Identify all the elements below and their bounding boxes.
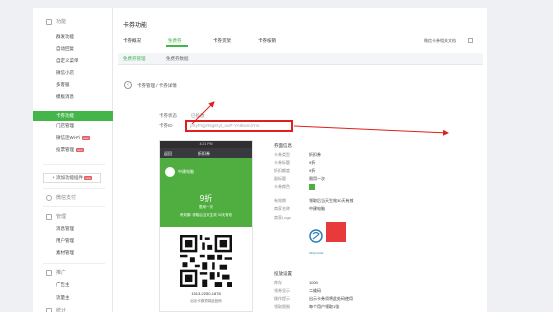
delivery-label: 操作提示 — [274, 296, 290, 301]
info-value: 9折 — [309, 168, 316, 173]
logo-red-block — [326, 222, 346, 242]
sidebar-item-publisher[interactable]: 流量主 — [56, 295, 70, 301]
coupon-discount: 9折 — [199, 194, 213, 203]
card-color-swatch — [309, 184, 315, 190]
info-value: 9折 — [309, 160, 316, 165]
divider — [43, 206, 105, 207]
delivery-value: 出示卡券须将此处码使用 — [309, 296, 353, 301]
sidebar-item-stores[interactable]: 门店管理 — [56, 123, 74, 129]
phone-back: 返回 — [164, 151, 172, 156]
main-content: 卡券功能 卡券概况 免费券 卡券货架 卡券核销 微信卡券相关文档 免费券管理 免… — [118, 8, 483, 312]
sidebar-item-vote[interactable]: 投票管理 new — [56, 147, 84, 153]
info-label: 商家Logo — [274, 215, 291, 220]
info-label: 卡券标题 — [274, 160, 290, 165]
chart-icon — [46, 307, 52, 312]
info-label: 商家名称 — [274, 206, 290, 211]
sidebar-item-users[interactable]: 用户管理 — [56, 238, 74, 244]
sidebar-section-manage: 管理 — [46, 213, 66, 220]
info-label: 有效期 — [274, 198, 286, 203]
add-plugin-button[interactable]: + 添加功能插件 new — [43, 173, 101, 183]
sidebar-item-wifi[interactable]: 微信连Wi-Fi new — [56, 135, 90, 141]
coupon-preview: 4:21 PM 返回 折扣券 中建电脑 9折 限用一次 有效期: 领取后当天生效… — [159, 140, 253, 312]
merchant-name: 中建电脑 — [178, 169, 194, 174]
coupon-validity: 有效期: 领取后当天生效 30天有效 — [179, 213, 233, 217]
sidebar-item-customer-service[interactable]: 多客服 — [56, 82, 70, 88]
sidebar-item-broadcast[interactable]: 群发功能 — [56, 34, 74, 40]
sidebar-item-shop[interactable]: 微信小店 — [56, 70, 74, 76]
sidebar-section-pay[interactable]: 微信支付 — [46, 194, 76, 201]
delivery-label: 领取限制 — [274, 304, 290, 309]
phone-title: 折扣券 — [198, 151, 210, 156]
app-panel: 功能 群发功能 自动回复 自定义菜单 微信小店 多客服 模板消息 卡券功能 门店… — [33, 8, 487, 312]
sidebar-item-messages[interactable]: 消息管理 — [56, 226, 74, 232]
info-label: 折扣额度 — [274, 168, 290, 173]
merchant-logo-icon — [165, 167, 175, 177]
info-label: 卡券颜色 — [274, 184, 290, 189]
delivery-label: 库存 — [274, 280, 282, 285]
grid-icon — [46, 18, 52, 25]
phone-status-bar: 4:21 PM — [160, 141, 252, 148]
delivery-heading: 投放设置 — [274, 271, 292, 276]
sidebar-item-template-msg[interactable]: 模板消息 — [56, 94, 74, 100]
promo-icon — [46, 269, 52, 276]
info-label: 副标题 — [274, 176, 286, 181]
sidebar-section-stats[interactable]: 统计 — [46, 307, 66, 312]
sidebar-item-coupons[interactable]: 卡券功能 — [33, 111, 113, 121]
coupon-properties: 券面信息 卡券类型 折扣券 卡券标题 9折 折扣额度 9折 副标题 限用一次 卡… — [269, 140, 483, 312]
sidebar-item-custom-menu[interactable]: 自定义菜单 — [56, 58, 79, 64]
wallet-icon — [46, 194, 52, 201]
sidebar-item-materials[interactable]: 素材管理 — [56, 250, 74, 256]
new-badge: new — [82, 136, 90, 140]
qr-code-icon — [180, 235, 232, 287]
phone-nav-bar: 返回 折扣券 — [160, 148, 252, 158]
coupon-card: 中建电脑 9折 限用一次 有效期: 领取后当天生效 30天有效 — [160, 158, 252, 227]
info-value: 领取后当天生效30天有效 — [309, 198, 354, 203]
sidebar-section-features: 功能 — [46, 18, 66, 25]
delivery-value: 每个用户领取1张 — [309, 304, 340, 309]
sidebar: 功能 群发功能 自动回复 自定义菜单 微信小店 多客服 模板消息 卡券功能 门店… — [33, 8, 113, 312]
logo-caption: SSSymcoder — [309, 252, 324, 255]
coupon-hint: 出示卡券须将此处码 — [190, 299, 222, 303]
sidebar-item-advertiser[interactable]: 广告主 — [56, 282, 70, 288]
info-heading: 券面信息 — [274, 143, 292, 148]
sidebar-section-promo: 推广 — [46, 269, 66, 276]
coupon-subtitle: 限用一次 — [199, 205, 213, 209]
info-value: 中建电脑 — [309, 206, 325, 211]
divider — [43, 164, 105, 165]
divider — [43, 188, 105, 189]
divider — [43, 263, 105, 264]
info-value: 折扣券 — [309, 152, 321, 157]
coupon-code: 1513-2250-1878 — [191, 291, 221, 296]
delivery-value: 二维码 — [309, 288, 321, 293]
new-badge: new — [76, 148, 84, 152]
delivery-value: 1000 — [309, 280, 318, 285]
sidebar-item-auto-reply[interactable]: 自动回复 — [56, 46, 74, 52]
info-value: 限用一次 — [309, 176, 325, 181]
new-badge: new — [84, 176, 92, 180]
delivery-label: 领券显示 — [274, 288, 290, 293]
info-label: 卡券类型 — [274, 152, 290, 157]
manage-icon — [46, 213, 52, 220]
